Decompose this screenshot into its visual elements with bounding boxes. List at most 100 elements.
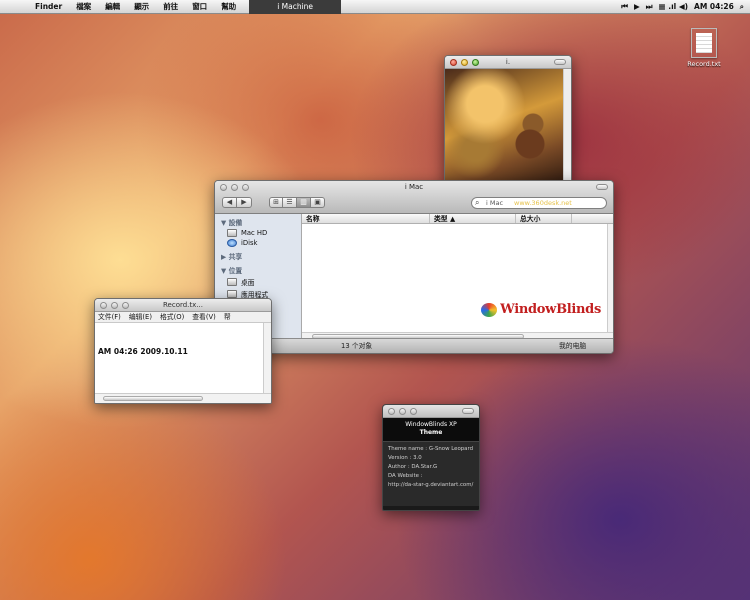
finder-search-input[interactable]: ⌕ i Mac www.360desk.net — [471, 197, 607, 209]
column-header-size[interactable]: 总大小 — [516, 214, 572, 223]
icon-view-button[interactable]: ⊞ — [269, 197, 283, 208]
minimize-button[interactable] — [399, 408, 406, 415]
zoom-button[interactable] — [472, 59, 479, 66]
acorn-photo — [445, 69, 565, 182]
sidebar-header-shared[interactable]: ▶ 共享 — [215, 248, 301, 262]
active-app-label[interactable]: i Machine — [249, 0, 342, 14]
menu-view[interactable]: 顯示 — [127, 0, 156, 14]
theme-name: Theme name : G-Snow Leopard — [388, 446, 474, 452]
theme-heading-line2: Theme — [419, 429, 443, 436]
coverflow-view-button[interactable]: ▣ — [311, 197, 325, 208]
menu-window[interactable]: 窗口 — [185, 0, 214, 14]
windowblinds-logo: WindowBlinds — [481, 302, 601, 317]
next-track-icon[interactable]: ⏭ — [646, 0, 653, 14]
close-button[interactable] — [220, 184, 227, 191]
previous-track-icon[interactable]: ⏮ — [621, 0, 628, 14]
sidebar-item-mac-hd[interactable]: Mac HD — [215, 228, 301, 238]
file-area-vertical-scrollbar[interactable] — [607, 224, 613, 332]
status-computer-label: 我的电脑 — [559, 342, 587, 350]
toolbar-toggle-button[interactable] — [554, 59, 566, 65]
sidebar-header-places[interactable]: ▼ 位置 — [215, 262, 301, 276]
windowblinds-logo-text: WindowBlinds — [500, 302, 601, 317]
theme-heading: WindowBlinds XP Theme — [383, 418, 479, 442]
column-header-name[interactable]: 名称 — [302, 214, 430, 223]
theme-version: Version : 3.0 — [388, 455, 422, 461]
finder-toolbar: i Mac ◀ ▶ ⊞ ☰ ▥ ▣ ⌕ i Mac www.360desk.ne… — [215, 181, 613, 214]
sidebar-item-label: 桌面 — [241, 279, 255, 287]
notepad-title: Record.tx... — [163, 301, 203, 309]
finder-window: i Mac ◀ ▶ ⊞ ☰ ▥ ▣ ⌕ i Mac www.360desk.ne… — [214, 180, 614, 354]
desktop-file-label: Record.txt — [687, 60, 721, 68]
notepad-menu-help[interactable]: 帮 — [224, 312, 231, 322]
notepad-menu-view[interactable]: 查看(V) — [192, 312, 216, 322]
zoom-button[interactable] — [410, 408, 417, 415]
applications-folder-icon — [227, 290, 237, 298]
notepad-menu-bar: 文件(F) 编辑(E) 格式(O) 查看(V) 帮 — [95, 312, 271, 323]
theme-info-window: WindowBlinds XP Theme Theme name : G-Sno… — [382, 404, 480, 511]
theme-info: Theme name : G-Snow Leopard Version : 3.… — [383, 442, 479, 506]
menubar-extras: ⏮ ▶ ⏭ ▦ .ıl ◀) AM 04:26 ⌕ — [621, 0, 744, 14]
menubar-clock[interactable]: AM 04:26 — [694, 0, 734, 14]
desktop-file-record[interactable]: Record.txt — [684, 28, 724, 68]
back-button[interactable]: ◀ — [222, 197, 237, 208]
menu-help[interactable]: 幫助 — [214, 0, 243, 14]
notepad-window: Record.tx... 文件(F) 编辑(E) 格式(O) 查看(V) 帮 A… — [94, 298, 272, 404]
toolbar-toggle-button[interactable] — [596, 184, 608, 190]
theme-heading-line1: WindowBlinds XP — [405, 421, 457, 428]
idisk-icon — [227, 239, 237, 247]
sidebar-item-label: iDisk — [241, 239, 258, 247]
finder-status-bar: 13 个对象 我的电脑 — [215, 338, 613, 353]
close-button[interactable] — [388, 408, 395, 415]
theme-website-label: DA Website : — [388, 473, 423, 479]
notepad-menu-file[interactable]: 文件(F) — [98, 312, 121, 322]
menubar: Finder 檔案 編輯 顯示 前往 窗口 幫助 i Machine ⏮ ▶ ⏭… — [0, 0, 750, 14]
finder-file-area[interactable]: 名称 类型 ▲ 总大小 WindowBlinds — [302, 214, 613, 340]
windowblinds-swirl-icon — [481, 302, 498, 317]
status-icons[interactable]: ▦ .ıl ◀) — [659, 0, 689, 14]
search-icon: ⌕ — [475, 198, 480, 207]
column-view-button[interactable]: ▥ — [297, 197, 311, 208]
image-viewer-window: i. — [444, 55, 572, 183]
minimize-button[interactable] — [111, 302, 118, 309]
theme-website-url[interactable]: http://da-star-g.deviantart.com/ — [388, 481, 474, 490]
notepad-horizontal-scrollbar[interactable] — [95, 393, 271, 403]
sidebar-item-label: Mac HD — [241, 229, 268, 237]
sidebar-item-desktop[interactable]: 桌面 — [215, 276, 301, 288]
theme-window-titlebar[interactable] — [383, 405, 479, 418]
search-placeholder: i Mac — [486, 199, 504, 207]
sidebar-item-idisk[interactable]: iDisk — [215, 238, 301, 248]
toolbar-toggle-button[interactable] — [462, 408, 474, 414]
menu-edit[interactable]: 編輯 — [98, 0, 127, 14]
notepad-text-area[interactable]: AM 04:26 2009.10.11 — [95, 323, 265, 393]
menu-finder[interactable]: Finder — [28, 0, 69, 14]
notepad-scroll-thumb[interactable] — [103, 396, 203, 401]
menu-go[interactable]: 前往 — [156, 0, 185, 14]
search-watermark: www.360desk.net — [514, 199, 572, 207]
text-file-icon — [691, 28, 717, 58]
desktop-folder-icon — [227, 278, 237, 286]
close-button[interactable] — [100, 302, 107, 309]
notepad-titlebar[interactable]: Record.tx... — [95, 299, 271, 312]
notepad-menu-edit[interactable]: 编辑(E) — [129, 312, 152, 322]
zoom-button[interactable] — [242, 184, 249, 191]
image-vertical-scrollbar[interactable] — [563, 69, 571, 182]
list-view-button[interactable]: ☰ — [283, 197, 297, 208]
play-icon[interactable]: ▶ — [634, 0, 640, 14]
image-window-titlebar[interactable]: i. — [445, 56, 571, 69]
sidebar-header-devices[interactable]: ▼ 設備 — [215, 214, 301, 228]
zoom-button[interactable] — [122, 302, 129, 309]
item-count: 13 个对象 — [341, 342, 373, 350]
menu-file[interactable]: 檔案 — [69, 0, 98, 14]
minimize-button[interactable] — [461, 59, 468, 66]
forward-button[interactable]: ▶ — [237, 197, 252, 208]
notepad-menu-format[interactable]: 格式(O) — [160, 312, 184, 322]
theme-author: Author : DA.Star.G — [388, 464, 438, 470]
column-header-kind[interactable]: 类型 ▲ — [430, 214, 516, 223]
notepad-content: AM 04:26 2009.10.11 — [98, 347, 188, 356]
image-window-title: i. — [505, 58, 511, 66]
minimize-button[interactable] — [231, 184, 238, 191]
column-header-blank — [572, 214, 607, 223]
spotlight-search-icon[interactable]: ⌕ — [740, 0, 744, 14]
notepad-vertical-scrollbar[interactable] — [263, 323, 271, 393]
close-button[interactable] — [450, 59, 457, 66]
